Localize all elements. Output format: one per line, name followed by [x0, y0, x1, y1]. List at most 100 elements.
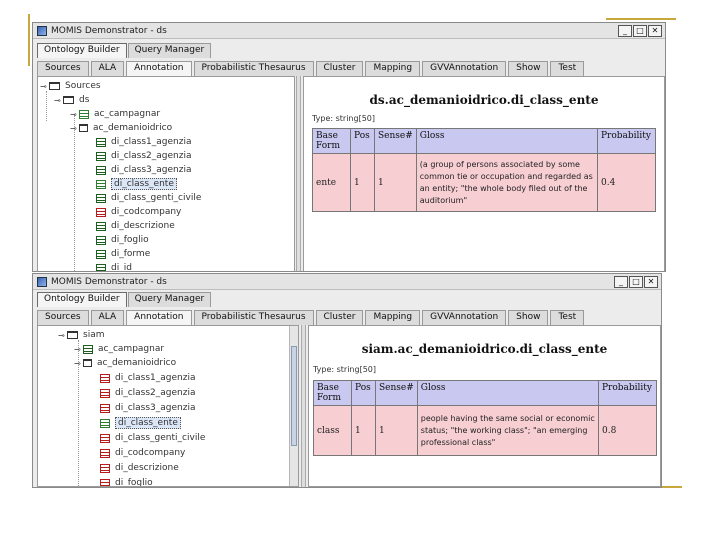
tree-node[interactable]: ⊸ ds [54, 94, 89, 106]
tree-leaf[interactable]: di_class3_agenzia [96, 164, 192, 176]
expand-icon[interactable]: ⊸ [74, 345, 83, 354]
tree-leaf[interactable]: di_class_genti_civile [100, 432, 205, 444]
slide-decoration-line [28, 14, 30, 66]
app-logo-icon [37, 25, 47, 36]
cell-base-form: ente [312, 153, 351, 212]
annotation-detail-panel: siam.ac_demanioidrico.di_class_ente Type… [308, 325, 661, 487]
tab-mapping[interactable]: Mapping [365, 310, 421, 325]
tree-leaf[interactable]: di_foglio [96, 234, 149, 246]
cell-gloss: (a group of persons associated by some c… [415, 153, 599, 212]
collapse-icon[interactable]: ⊸ [70, 124, 79, 133]
close-button[interactable]: ✕ [644, 276, 658, 288]
tree-node[interactable]: ⊸ Sources [40, 80, 101, 92]
tab-sources[interactable]: Sources [37, 61, 89, 76]
column-header: Pos [351, 380, 376, 406]
tree-label: di_descrizione [111, 221, 175, 231]
gloss-table: Base Form Pos Sense# Gloss Probability e… [312, 128, 656, 212]
maximize-button[interactable]: □ [633, 25, 647, 37]
tree-leaf[interactable]: di_class3_agenzia [100, 402, 196, 414]
tree-label: di_class1_agenzia [111, 137, 192, 147]
tree-scrollbar[interactable] [289, 326, 298, 486]
tree-leaf[interactable]: di_foglio [100, 477, 153, 487]
tree-leaf[interactable]: di_class2_agenzia [96, 150, 192, 162]
tree-node[interactable]: ⊸ siam [58, 329, 104, 341]
tab-ala[interactable]: ALA [90, 310, 125, 325]
tree-leaf[interactable]: di_class_genti_civile [96, 192, 201, 204]
tree-leaf-selected[interactable]: di_class_ente [100, 417, 181, 429]
tab-gvvannotation[interactable]: GVVAnnotation [422, 61, 507, 76]
window-title: MOMIS Demonstrator - ds [51, 25, 167, 36]
tree-node[interactable]: ⊸ ac_campagnar [74, 343, 164, 355]
table-row[interactable]: class 1 1 people having the same social … [313, 405, 657, 456]
tab-cluster[interactable]: Cluster [315, 61, 364, 76]
collapse-icon[interactable]: ⊸ [58, 331, 67, 340]
collapse-icon[interactable]: ⊸ [74, 359, 83, 368]
tab-ontology-builder[interactable]: Ontology Builder [37, 43, 127, 58]
tree-leaf[interactable]: di_descrizione [100, 462, 179, 474]
window-title: MOMIS Demonstrator - ds [51, 276, 167, 287]
tree-label: di_class2_agenzia [115, 388, 196, 398]
tab-test[interactable]: Test [550, 310, 585, 325]
table-row[interactable]: ente 1 1 (a group of persons associated … [312, 153, 656, 212]
attribute-icon [96, 179, 106, 189]
tree-leaf[interactable]: di_codcompany [100, 447, 185, 459]
column-header: Probability [597, 128, 656, 154]
tab-show[interactable]: Show [508, 310, 549, 325]
tree-node[interactable]: ⊸ ac_demanioidrico [74, 357, 176, 369]
tree-leaf[interactable]: di_forme [96, 248, 150, 260]
attribute-icon [96, 137, 106, 147]
title-bar[interactable]: MOMIS Demonstrator - ds _ □ ✕ [33, 274, 661, 290]
tree-label: di_foglio [115, 478, 153, 487]
tab-annotation[interactable]: Annotation [126, 61, 192, 76]
tab-probabilistic-thesaurus[interactable]: Probabilistic Thesaurus [193, 310, 314, 325]
momis-window-top: MOMIS Demonstrator - ds _ □ ✕ Ontology B… [32, 22, 666, 272]
close-button[interactable]: ✕ [648, 25, 662, 37]
tab-cluster[interactable]: Cluster [315, 310, 364, 325]
tree-node[interactable]: ⊸ ac_campagnar [70, 108, 160, 120]
tab-probabilistic-thesaurus[interactable]: Probabilistic Thesaurus [193, 61, 314, 76]
splitter-handle[interactable] [296, 76, 301, 271]
splitter-handle[interactable] [301, 325, 306, 487]
source-tree[interactable]: ⊸ Sources ⊸ ds ⊸ ac_campagnar ⊸ ac_deman… [37, 76, 295, 272]
tree-node[interactable]: ⊸ ac_demanioidrico [70, 122, 172, 134]
tab-test[interactable]: Test [550, 61, 585, 76]
column-header: Probability [598, 380, 657, 406]
column-header: Base Form [313, 380, 352, 406]
tree-leaf[interactable]: di_id [96, 262, 132, 272]
cell-base-form: class [313, 405, 352, 456]
tab-ala[interactable]: ALA [90, 61, 125, 76]
tree-label: ac_campagnar [94, 109, 161, 119]
tab-sources[interactable]: Sources [37, 310, 89, 325]
collapse-icon[interactable]: ⊸ [40, 82, 49, 91]
tree-label: ac_demanioidrico [93, 123, 173, 133]
tab-annotation[interactable]: Annotation [126, 310, 192, 325]
attribute-icon [100, 433, 110, 443]
attribute-icon [100, 403, 110, 413]
minimize-button[interactable]: _ [618, 25, 632, 37]
tab-ontology-builder[interactable]: Ontology Builder [37, 292, 127, 307]
tab-mapping[interactable]: Mapping [365, 61, 421, 76]
minimize-button[interactable]: _ [614, 276, 628, 288]
gloss-table: Base Form Pos Sense# Gloss Probability c… [313, 380, 657, 456]
tree-label: di_id [111, 263, 132, 272]
tree-label: di_class1_agenzia [115, 373, 196, 383]
title-bar[interactable]: MOMIS Demonstrator - ds _ □ ✕ [33, 23, 665, 39]
tab-query-manager[interactable]: Query Manager [127, 43, 212, 58]
tab-show[interactable]: Show [508, 61, 549, 76]
tree-label: di_foglio [111, 235, 149, 245]
tab-query-manager[interactable]: Query Manager [127, 292, 212, 307]
maximize-button[interactable]: □ [629, 276, 643, 288]
tree-leaf-selected[interactable]: di_class_ente [96, 178, 177, 190]
tree-leaf[interactable]: di_codcompany [96, 206, 181, 218]
tree-leaf[interactable]: di_descrizione [96, 220, 175, 232]
tree-leaf[interactable]: di_class1_agenzia [96, 136, 192, 148]
momis-window-bottom: MOMIS Demonstrator - ds _ □ ✕ Ontology B… [32, 273, 662, 488]
tree-leaf[interactable]: di_class1_agenzia [100, 372, 196, 384]
collapse-icon[interactable]: ⊸ [54, 96, 63, 105]
attribute-icon [96, 235, 106, 245]
tree-leaf[interactable]: di_class2_agenzia [100, 387, 196, 399]
source-tree[interactable]: ⊸ siam ⊸ ac_campagnar ⊸ ac_demanioidrico… [37, 325, 299, 487]
tab-gvvannotation[interactable]: GVVAnnotation [422, 310, 507, 325]
expand-icon[interactable]: ⊸ [70, 110, 79, 119]
scrollbar-thumb[interactable] [291, 346, 297, 446]
